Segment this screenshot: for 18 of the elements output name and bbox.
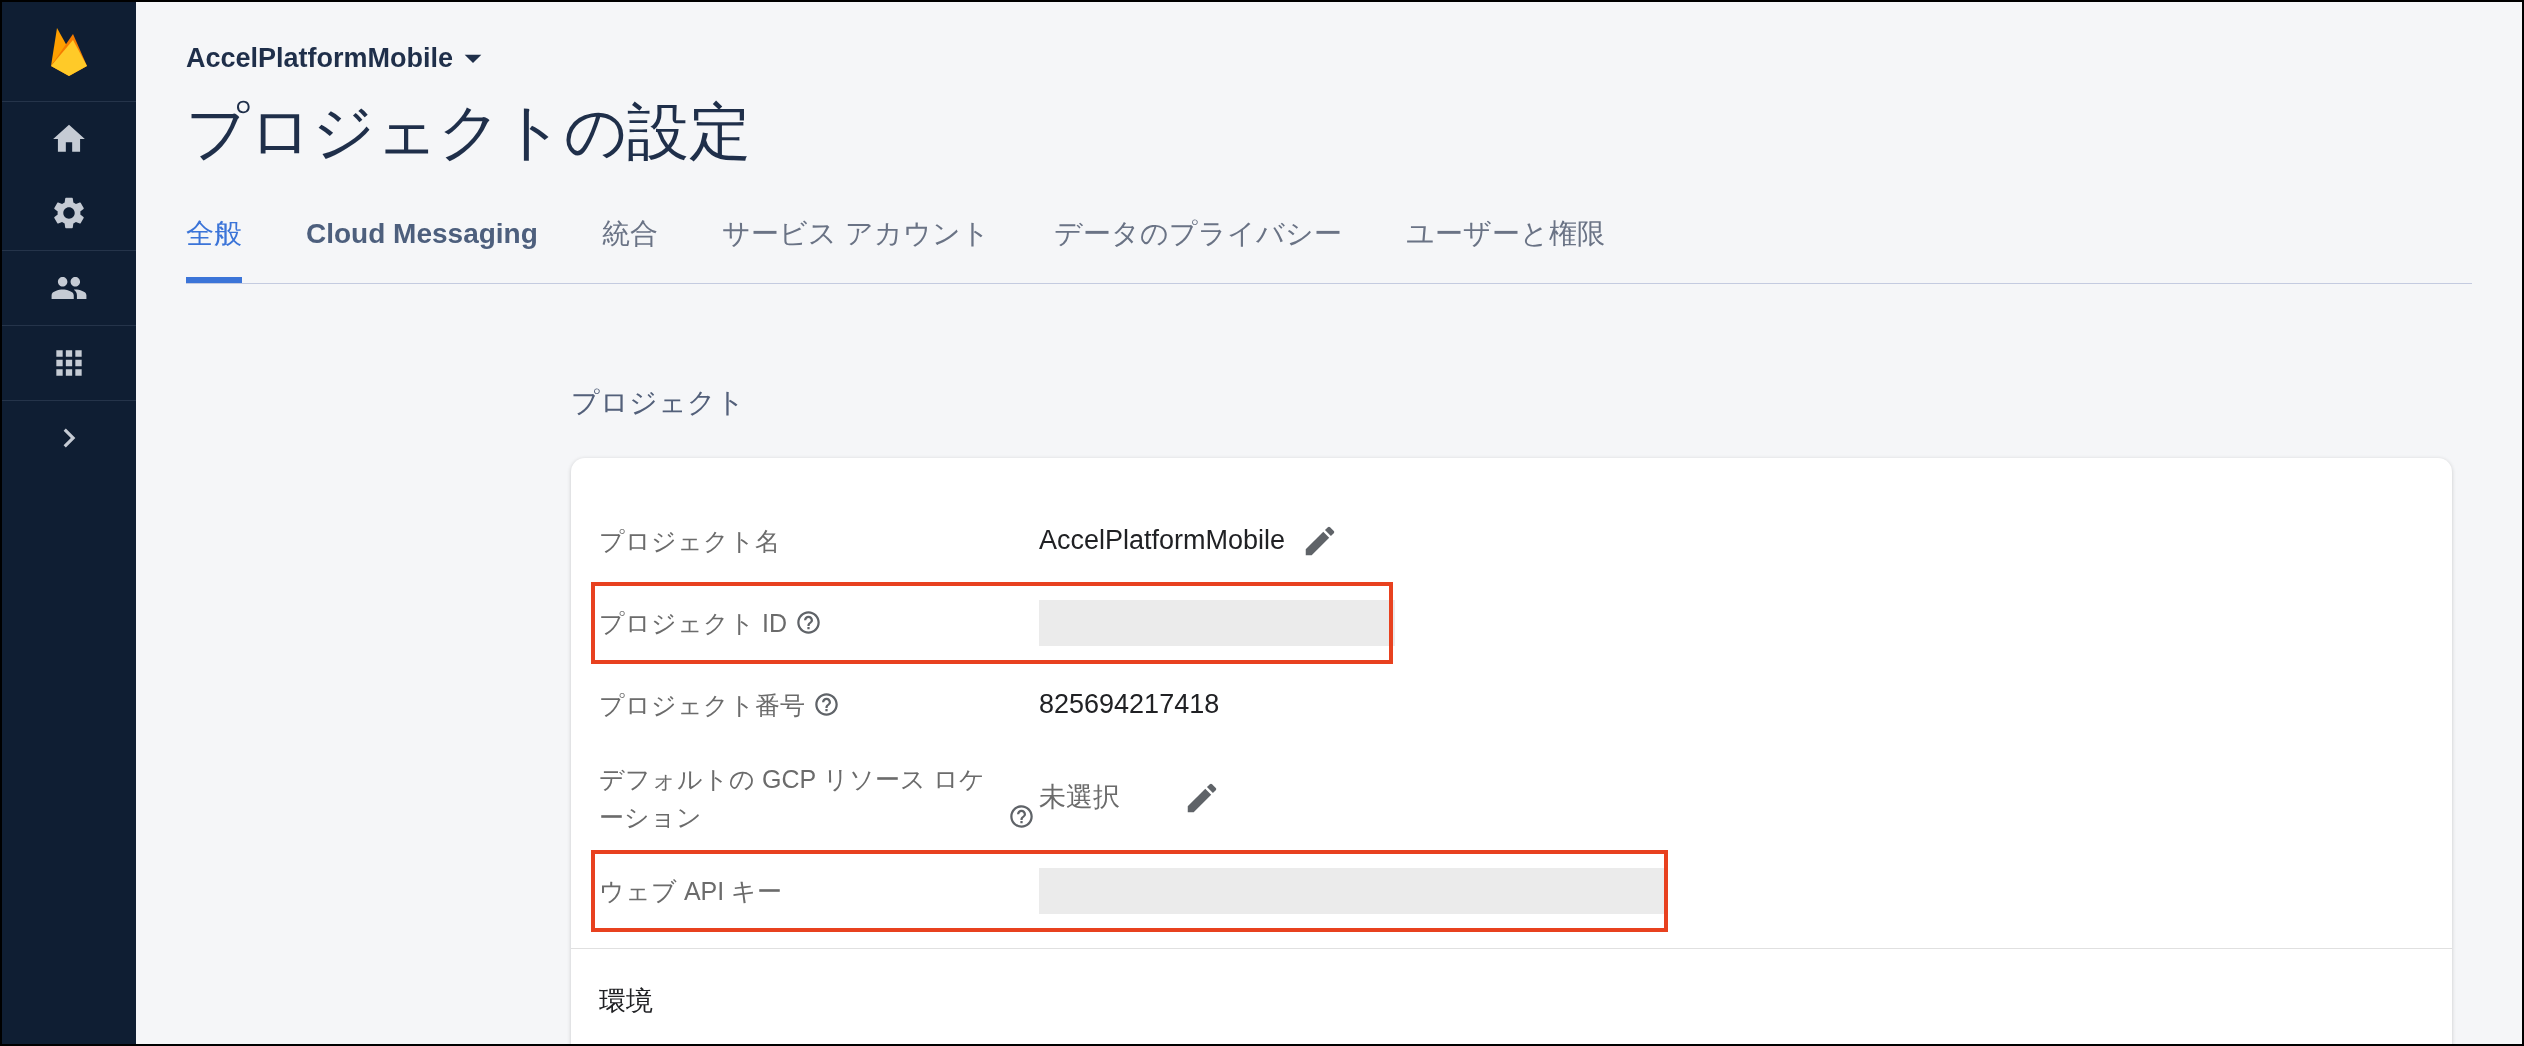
- field-value: 825694217418: [1039, 688, 1220, 722]
- field-value: 未選択: [1039, 781, 1121, 815]
- field-label: プロジェクト名: [599, 525, 780, 557]
- section-title: プロジェクト: [571, 385, 746, 420]
- tab[interactable]: Cloud Messaging: [306, 212, 538, 283]
- tab[interactable]: ユーザーと権限: [1405, 212, 1605, 283]
- field-label: プロジェクト番号: [599, 689, 805, 721]
- tab[interactable]: データのプライバシー: [1053, 212, 1342, 283]
- page-title: プロジェクトの設定: [186, 100, 752, 163]
- tab[interactable]: 統合: [601, 212, 658, 283]
- tab[interactable]: サービス アカウント: [721, 212, 990, 283]
- section-heading: 環境: [599, 985, 653, 1016]
- field-label: デフォルトの GCP リソース ロケーション: [599, 763, 986, 833]
- field-label: ウェブ API キー: [599, 875, 783, 907]
- tab[interactable]: 全般: [186, 212, 242, 283]
- field-label: プロジェクト ID: [599, 607, 787, 639]
- field-value: AccelPlatformMobile: [1039, 524, 1286, 558]
- project-selector[interactable]: AccelPlatformMobile: [186, 38, 454, 79]
